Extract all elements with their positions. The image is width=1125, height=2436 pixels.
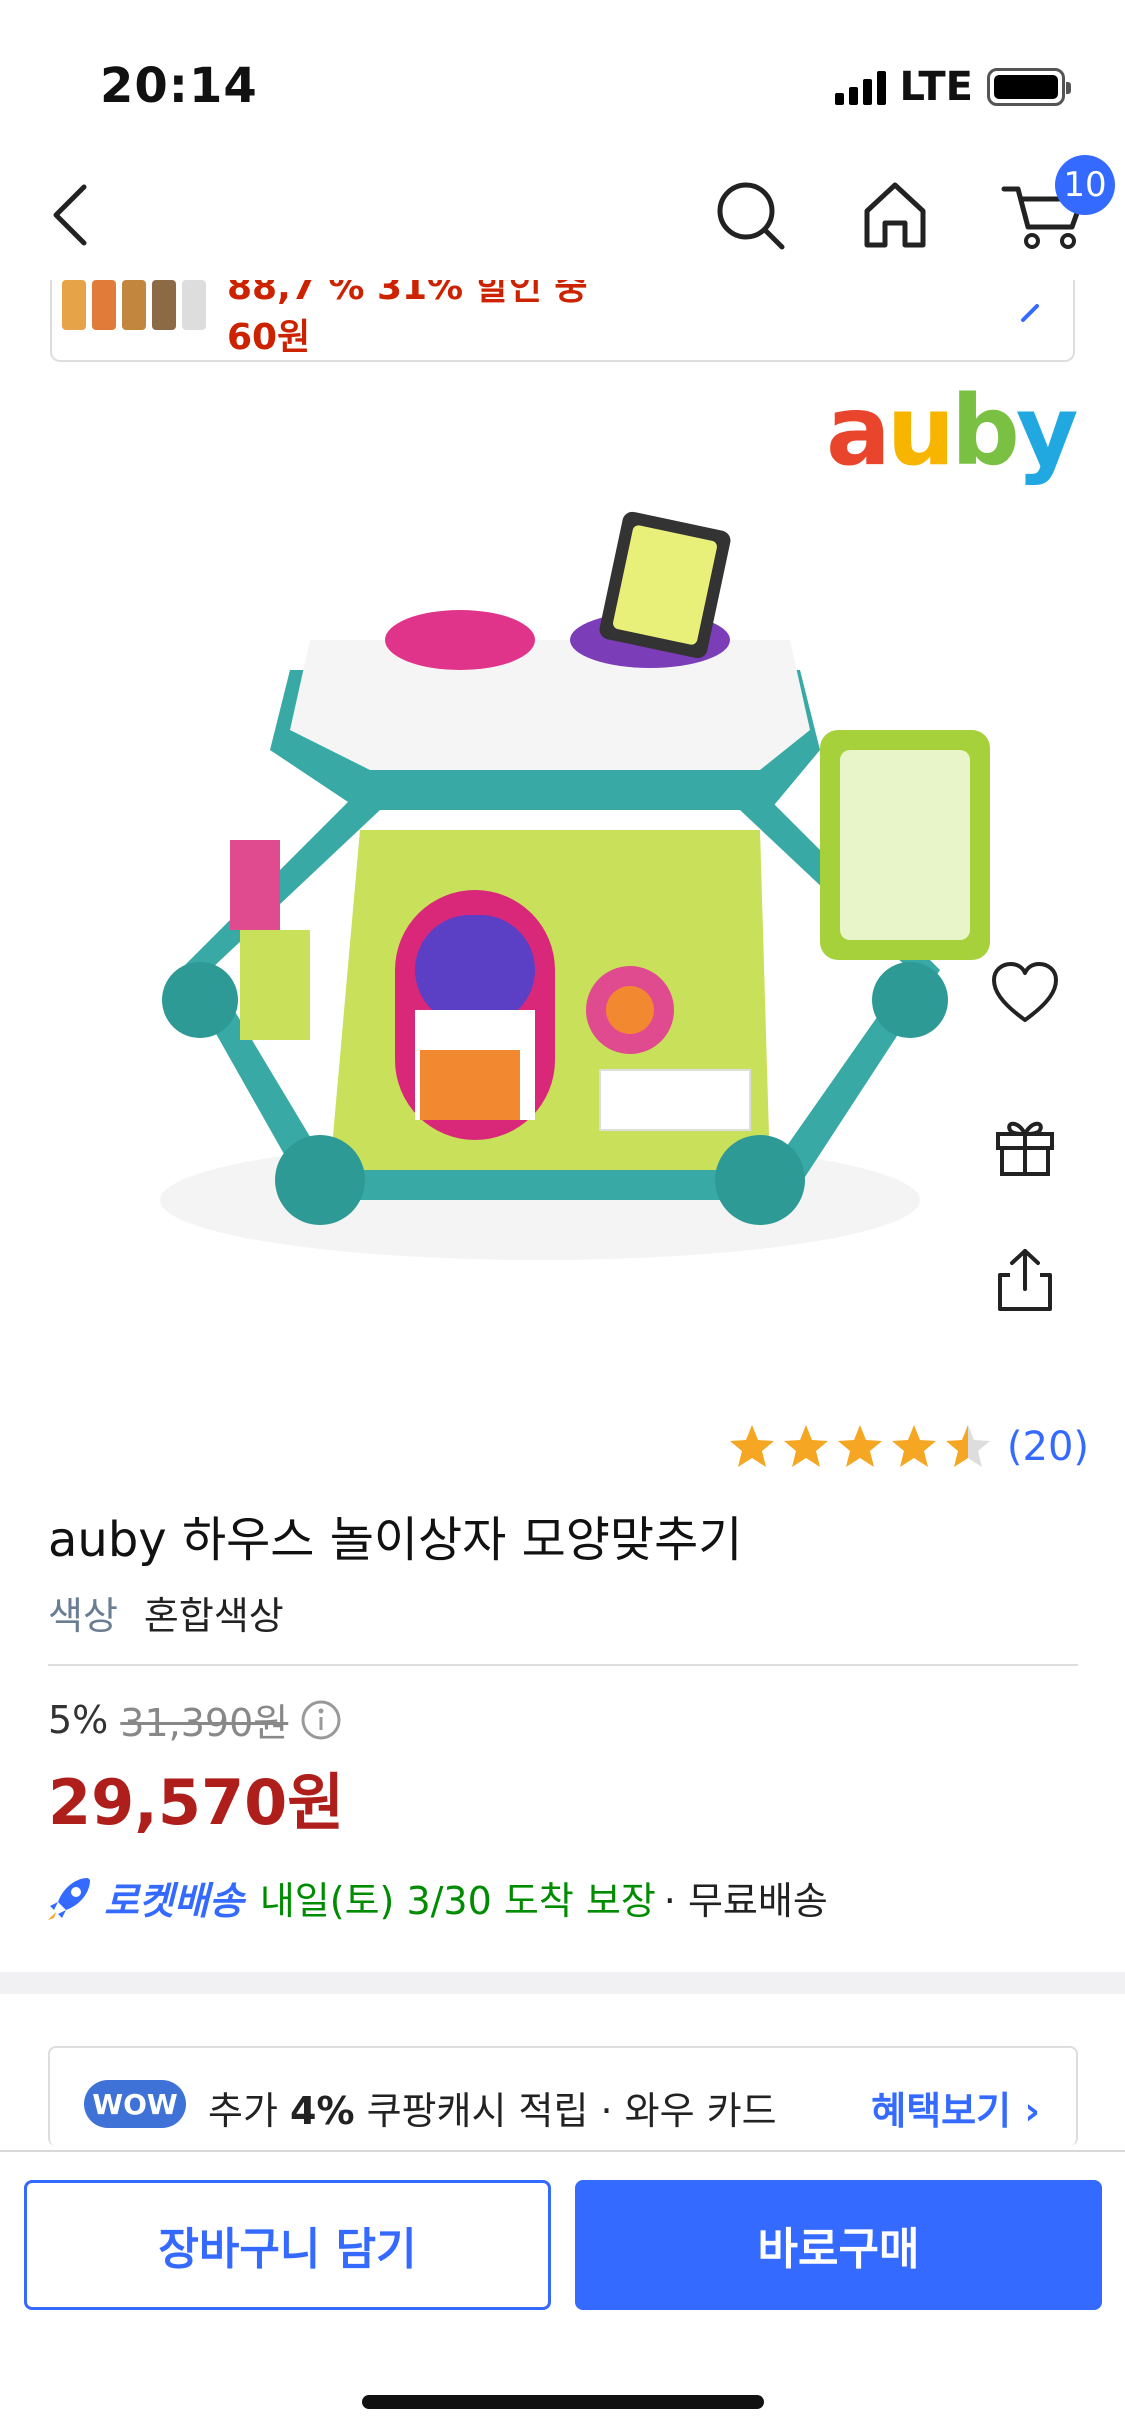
star-icon xyxy=(837,1425,882,1467)
info-icon[interactable] xyxy=(300,1699,342,1741)
rocket-delivery-label: 로켓배송 xyxy=(104,1879,244,1923)
wow-text: 추가 4% 쿠팡캐시 적립 · 와우 카드 xyxy=(208,2089,777,2133)
chevron-left-icon[interactable] xyxy=(40,175,110,255)
promo-banner[interactable]: 88,7 % 31% 할인 중 60원 xyxy=(50,280,1075,362)
network-label: LTE xyxy=(899,64,973,110)
product-title: auby 하우스 놀이상자 모양맞추기 xyxy=(48,1512,743,1568)
heart-icon[interactable] xyxy=(990,960,1060,1030)
bottom-action-bar: 장바구니 담기 바로구매 xyxy=(0,2150,1125,2436)
section-divider xyxy=(0,1972,1125,1994)
free-shipping: · 무료배송 xyxy=(663,1879,828,1923)
status-bar: 20:14 LTE xyxy=(0,0,1125,140)
nav-bar xyxy=(0,160,1125,270)
home-indicator[interactable] xyxy=(362,2395,764,2409)
delivery-date: 내일(토) 3/30 도착 보장 xyxy=(259,1879,656,1923)
add-to-cart-button[interactable]: 장바구니 담기 xyxy=(24,2180,551,2310)
gift-icon[interactable] xyxy=(990,1110,1060,1180)
signal-icon xyxy=(834,69,886,105)
price-row: 5% 31,390원 xyxy=(48,1692,342,1747)
battery-icon xyxy=(987,68,1071,106)
product-image[interactable] xyxy=(0,370,1125,1370)
benefit-link[interactable]: 혜택보기 › xyxy=(871,2080,1040,2135)
status-indicators: LTE xyxy=(834,64,1071,110)
option-value: 혼합색상 xyxy=(143,1594,284,1638)
status-time: 20:14 xyxy=(100,58,258,114)
buy-now-button[interactable]: 바로구매 xyxy=(575,2180,1102,2310)
discount-rate: 5% xyxy=(48,1697,109,1742)
sale-price: 29,570원 xyxy=(48,1766,345,1839)
home-icon[interactable] xyxy=(855,175,935,255)
chevron-right-icon xyxy=(1021,304,1039,322)
star-icon xyxy=(891,1425,936,1467)
promo-text: 88,7 % 31% 할인 중 xyxy=(227,280,588,308)
option-label: 색상 xyxy=(48,1594,118,1638)
share-icon[interactable] xyxy=(990,1245,1060,1315)
wow-benefit-card[interactable]: WOW 추가 4% 쿠팡캐시 적립 · 와우 카드 혜택보기 › xyxy=(48,2046,1078,2146)
divider xyxy=(48,1664,1078,1666)
cart-count-badge: 10 xyxy=(1055,155,1115,215)
delivery-info: 로켓배송 내일(토) 3/30 도착 보장 · 무료배송 xyxy=(44,1870,828,1925)
promo-price: 60원 xyxy=(227,317,311,358)
original-price: 31,390원 xyxy=(120,1701,289,1745)
star-icon xyxy=(783,1425,828,1467)
rating[interactable]: (20) xyxy=(727,1422,1089,1472)
star-icon xyxy=(729,1425,774,1467)
promo-thumbnails xyxy=(62,280,206,330)
wow-badge: WOW xyxy=(84,2080,186,2128)
search-icon[interactable] xyxy=(710,175,790,255)
option-row: 색상 혼합색상 xyxy=(48,1585,284,1640)
rocket-icon xyxy=(48,1877,90,1920)
star-half-icon xyxy=(945,1425,990,1467)
review-count[interactable]: (20) xyxy=(1007,1424,1089,1470)
